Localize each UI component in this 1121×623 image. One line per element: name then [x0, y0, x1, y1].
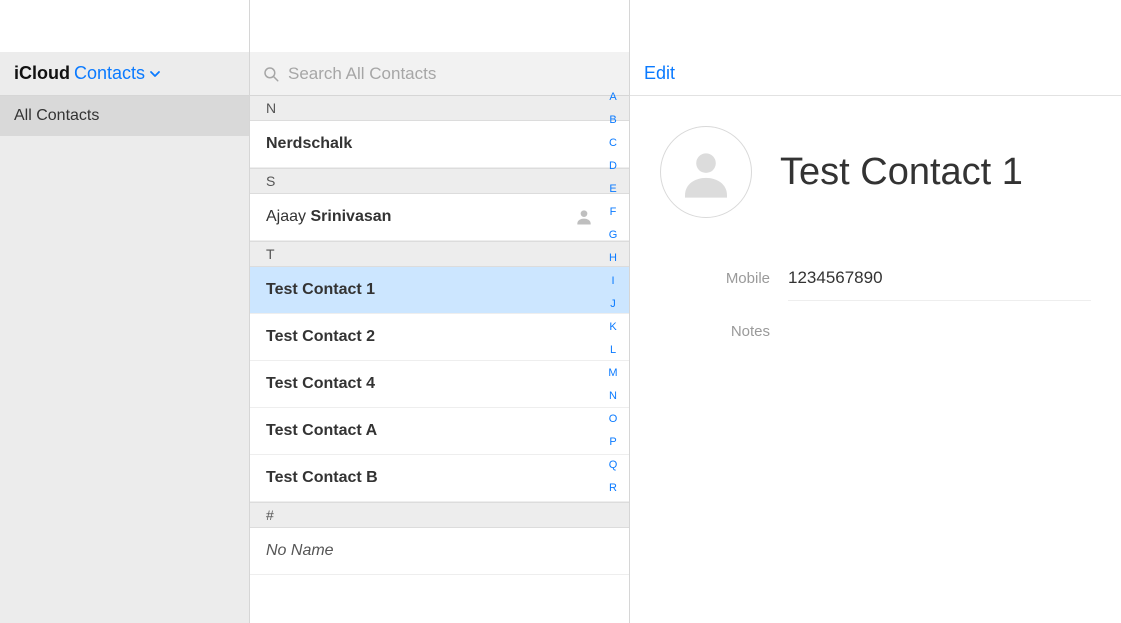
sidebar-spacer [0, 0, 249, 52]
contact-row[interactable]: Test Contact 4 [250, 361, 629, 408]
alpha-index-letter[interactable]: L [610, 345, 616, 356]
chevron-down-icon [149, 68, 161, 80]
group-list: All Contacts [0, 96, 249, 623]
alpha-index-letter[interactable]: G [609, 230, 618, 241]
alpha-index-letter[interactable]: H [609, 253, 617, 264]
detail-toolbar: Edit [630, 52, 1121, 96]
sidebar-header[interactable]: iCloud Contacts [0, 52, 249, 96]
contact-row[interactable]: Test Contact B [250, 455, 629, 502]
contact-display-name: Test Contact 1 [780, 151, 1023, 194]
section-header: S [250, 168, 629, 194]
app-title-primary: iCloud [14, 63, 70, 84]
person-icon [574, 207, 594, 227]
alpha-index-letter[interactable]: O [609, 414, 618, 425]
contact-name-text: Test Contact B [266, 469, 378, 487]
field-value[interactable] [788, 321, 1091, 345]
section-header: # [250, 502, 629, 528]
contact-first-name: Ajaay [266, 208, 306, 226]
contact-row[interactable]: No Name [250, 528, 629, 575]
groups-sidebar: iCloud Contacts All Contacts [0, 0, 250, 623]
section-header: N [250, 96, 629, 121]
contact-row[interactable]: Nerdschalk [250, 121, 629, 168]
list-spacer [250, 0, 629, 52]
contact-name-text: Test Contact 4 [266, 375, 375, 393]
edit-button[interactable]: Edit [644, 63, 675, 84]
alpha-index-letter[interactable]: Q [609, 460, 618, 471]
app-title-secondary: Contacts [74, 63, 145, 84]
alpha-index-letter[interactable]: C [609, 138, 617, 149]
search-input[interactable] [288, 64, 617, 84]
alpha-index-letter[interactable]: F [610, 207, 617, 218]
alpha-index-letter[interactable]: J [610, 299, 616, 310]
contact-name-text: Nerdschalk [266, 135, 352, 153]
alpha-index[interactable]: A B C D E F G H I J K L M N O P Q R [603, 0, 623, 623]
alpha-index-letter[interactable]: R [609, 483, 617, 494]
contact-list-column: N Nerdschalk S Ajaay Srinivasan T Test C… [250, 0, 630, 623]
alpha-index-letter[interactable]: B [609, 115, 616, 126]
contact-name-text: Test Contact A [266, 422, 377, 440]
contact-name-text: No Name [266, 542, 334, 560]
field-value[interactable]: 1234567890 [788, 268, 1091, 301]
alpha-index-letter[interactable]: A [609, 92, 616, 103]
group-item-all-contacts[interactable]: All Contacts [0, 96, 249, 136]
avatar-placeholder[interactable] [660, 126, 752, 218]
contact-list[interactable]: N Nerdschalk S Ajaay Srinivasan T Test C… [250, 96, 629, 623]
contact-row[interactable]: Test Contact A [250, 408, 629, 455]
alpha-index-letter[interactable]: K [609, 322, 616, 333]
alpha-index-letter[interactable]: D [609, 161, 617, 172]
search-icon [262, 65, 280, 83]
group-item-label: All Contacts [14, 107, 99, 124]
contact-detail-panel: Edit Test Contact 1 Mobile 1234567890 No… [630, 0, 1121, 623]
contact-last-name: Srinivasan [310, 208, 391, 226]
alpha-index-letter[interactable]: P [609, 437, 616, 448]
section-header: T [250, 241, 629, 267]
field-label: Mobile [660, 268, 770, 287]
search-bar [250, 52, 629, 96]
alpha-index-letter[interactable]: E [609, 184, 616, 195]
field-row-mobile: Mobile 1234567890 [660, 258, 1091, 311]
alpha-index-letter[interactable]: N [609, 391, 617, 402]
alpha-index-letter[interactable]: M [608, 368, 617, 379]
contact-name-text: Test Contact 1 [266, 281, 375, 299]
contact-row[interactable]: Test Contact 1 [250, 267, 629, 314]
contact-name-text: Test Contact 2 [266, 328, 375, 346]
app-root: iCloud Contacts All Contacts N Nerdschal… [0, 0, 1121, 623]
detail-header: Test Contact 1 [660, 126, 1091, 218]
field-row-notes: Notes [660, 311, 1091, 355]
detail-body: Test Contact 1 Mobile 1234567890 Notes [630, 96, 1121, 355]
field-label: Notes [660, 321, 770, 340]
contact-row[interactable]: Ajaay Srinivasan [250, 194, 629, 241]
alpha-index-letter[interactable]: I [611, 276, 614, 287]
detail-spacer [630, 0, 1121, 52]
contact-row[interactable]: Test Contact 2 [250, 314, 629, 361]
